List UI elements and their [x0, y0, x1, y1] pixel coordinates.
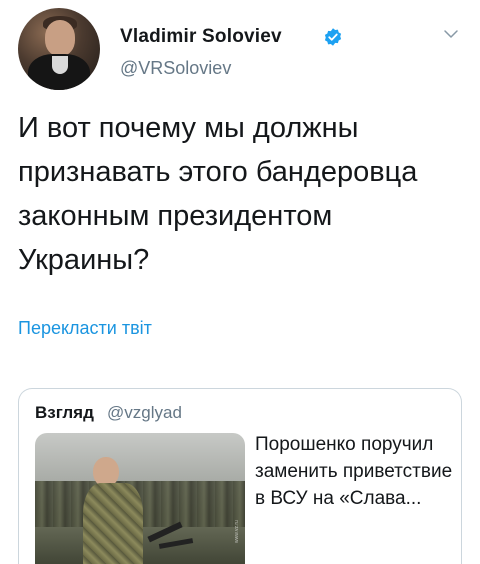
quoted-tweet-card[interactable]: Взгляд @vzglyad www.vz.ru Порошенко пору… — [18, 388, 462, 564]
card-thumbnail-image[interactable]: www.vz.ru — [35, 433, 245, 564]
avatar[interactable] — [18, 8, 100, 90]
verified-badge-icon — [324, 28, 342, 46]
avatar-face — [45, 20, 75, 56]
card-headline: Порошенко поручил заменить приветствие в… — [255, 434, 453, 509]
thumbnail-microphone — [158, 538, 194, 549]
chevron-down-icon[interactable] — [442, 25, 460, 43]
thumbnail-watermark: www.vz.ru — [234, 520, 240, 543]
avatar-collar — [52, 56, 68, 74]
tweet-header: Vladimir Soloviev @VRSoloviev — [18, 8, 468, 92]
card-source-handle: @vzglyad — [107, 403, 182, 422]
author-display-name[interactable]: Vladimir Soloviev — [120, 26, 282, 48]
thumbnail-speaker — [83, 457, 143, 564]
tweet-text: И вот почему мы должны признавать этого … — [18, 112, 418, 276]
author-handle[interactable]: @VRSoloviev — [120, 58, 231, 79]
translate-tweet-link[interactable]: Перекласти твіт — [18, 318, 152, 339]
card-source-name: Взгляд — [35, 403, 94, 422]
